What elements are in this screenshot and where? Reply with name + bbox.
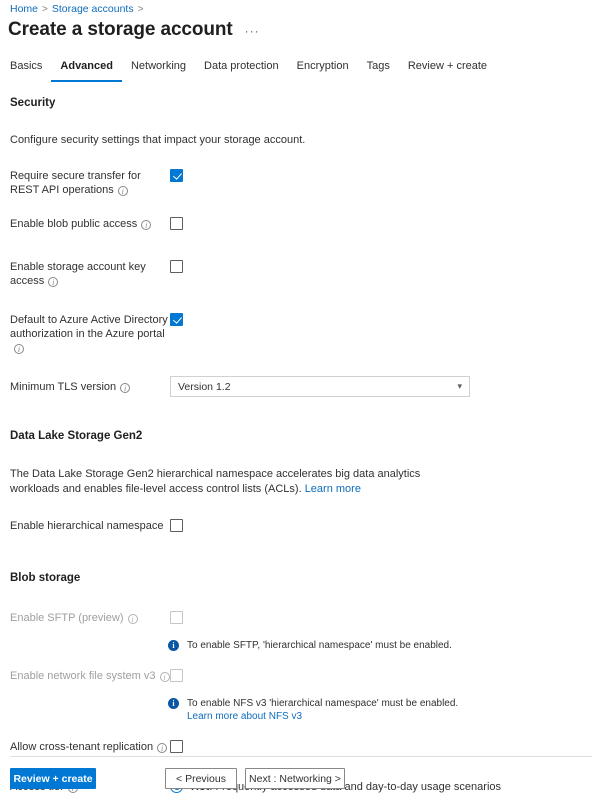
tab-encryption[interactable]: Encryption	[288, 59, 358, 82]
field-label: Enable SFTP (preview) i	[10, 611, 170, 625]
info-icon[interactable]: i	[127, 614, 138, 624]
wizard-tabs: Basics Advanced Networking Data protecti…	[8, 59, 496, 82]
field-minimum-tls-version: Minimum TLS version i Version 1.2 ▾	[10, 376, 602, 397]
field-label: Minimum TLS version i	[10, 376, 170, 394]
breadcrumb-separator: >	[137, 4, 144, 15]
blob-section-heading: Blob storage	[10, 572, 81, 584]
enable-sftp-checkbox	[170, 611, 183, 624]
enable-key-access-label: Enable storage account key access	[10, 261, 146, 287]
field-control	[170, 169, 602, 187]
wizard-footer: Review + create < Previous Next : Networ…	[0, 768, 602, 796]
field-label: Enable blob public access i	[10, 217, 170, 231]
field-enable-sftp: Enable SFTP (preview) i	[10, 611, 602, 629]
enable-blob-public-access-checkbox[interactable]	[170, 217, 183, 230]
more-options-icon[interactable]: ···	[243, 19, 262, 43]
review-create-button[interactable]: Review + create	[10, 768, 96, 789]
field-control	[170, 739, 602, 758]
info-icon[interactable]: i	[141, 220, 152, 230]
field-enable-blob-public-access: Enable blob public access i	[10, 217, 602, 235]
field-label: Allow cross-tenant replication i	[10, 740, 170, 754]
info-icon[interactable]: i	[48, 277, 59, 287]
nfs-info-message: i To enable NFS v3 'hierarchical namespa…	[168, 697, 602, 724]
field-control	[170, 217, 602, 235]
default-aad-auth-checkbox[interactable]	[170, 313, 183, 326]
chevron-down-icon: ▾	[457, 381, 462, 391]
hierarchical-namespace-checkbox[interactable]	[170, 519, 183, 532]
minimum-tls-version-label: Minimum TLS version	[10, 381, 117, 393]
field-enable-nfs-v3: Enable network file system v3 i	[10, 668, 602, 687]
datalake-section-description: The Data Lake Storage Gen2 hierarchical …	[10, 467, 462, 497]
security-section-description: Configure security settings that impact …	[10, 134, 306, 146]
breadcrumb-separator: >	[42, 4, 48, 15]
field-control	[170, 611, 602, 629]
minimum-tls-version-value: Version 1.2	[178, 380, 231, 393]
nfs-info-body: To enable NFS v3 'hierarchical namespace…	[187, 697, 459, 709]
tab-basics[interactable]: Basics	[8, 59, 51, 82]
enable-nfs-v3-label: Enable network file system v3	[10, 669, 156, 682]
field-control: Version 1.2 ▾	[170, 376, 602, 397]
field-hierarchical-namespace: Enable hierarchical namespace	[10, 519, 602, 537]
field-label: Enable storage account key access i	[10, 260, 170, 288]
field-label: Require secure transfer for REST API ope…	[10, 169, 170, 197]
field-label: Default to Azure Active Directory author…	[10, 313, 170, 355]
datalake-learn-more-link[interactable]: Learn more	[305, 483, 361, 495]
breadcrumb: Home > Storage accounts >	[10, 2, 147, 17]
field-cross-tenant-replication: Allow cross-tenant replication i	[10, 739, 602, 758]
enable-sftp-label: Enable SFTP (preview)	[10, 612, 124, 624]
nfs-info-text: To enable NFS v3 'hierarchical namespace…	[187, 697, 477, 724]
info-icon[interactable]: i	[117, 186, 128, 196]
info-circle-icon: i	[168, 640, 179, 651]
cross-tenant-replication-label: Allow cross-tenant replication	[10, 740, 154, 753]
info-icon[interactable]: i	[120, 383, 131, 393]
datalake-section-heading: Data Lake Storage Gen2	[10, 430, 143, 442]
sftp-info-message: i To enable SFTP, 'hierarchical namespac…	[168, 639, 602, 653]
nfs-learn-more-link[interactable]: Learn more about NFS v3	[187, 711, 302, 722]
tab-networking[interactable]: Networking	[122, 59, 195, 82]
security-section-heading: Security	[10, 97, 56, 109]
field-control	[170, 519, 602, 537]
hierarchical-namespace-label: Enable hierarchical namespace	[10, 520, 164, 532]
info-icon[interactable]: i	[14, 344, 24, 354]
cross-tenant-replication-checkbox[interactable]	[170, 739, 183, 753]
info-icon[interactable]: i	[159, 671, 170, 682]
page-title: Create a storage account	[8, 19, 233, 40]
sftp-info-text: To enable SFTP, 'hierarchical namespace'…	[187, 640, 452, 651]
field-control	[170, 313, 602, 331]
tab-tags[interactable]: Tags	[358, 59, 399, 82]
default-aad-auth-label: Default to Azure Active Directory author…	[10, 314, 168, 340]
create-storage-account-page: Home > Storage accounts > Create a storage …	[0, 0, 602, 796]
tab-advanced[interactable]: Advanced	[51, 59, 122, 82]
breadcrumb-item-home[interactable]: Home	[10, 3, 38, 15]
next-networking-button[interactable]: Next : Networking >	[245, 768, 345, 789]
enable-nfs-v3-checkbox	[170, 668, 183, 682]
field-control	[170, 668, 602, 687]
page-header: Create a storage account ···	[8, 18, 262, 43]
footer-divider	[10, 756, 592, 757]
field-require-secure-transfer: Require secure transfer for REST API ope…	[10, 169, 602, 197]
advanced-settings-form: Security Configure security settings tha…	[0, 95, 602, 796]
enable-key-access-checkbox[interactable]	[170, 260, 183, 273]
info-circle-icon: i	[168, 697, 179, 709]
breadcrumb-item-storage-accounts[interactable]: Storage accounts	[52, 3, 134, 15]
minimum-tls-version-select[interactable]: Version 1.2 ▾	[170, 376, 470, 397]
require-secure-transfer-checkbox[interactable]	[170, 169, 183, 182]
previous-button[interactable]: < Previous	[165, 768, 237, 789]
field-label: Enable hierarchical namespace	[10, 519, 170, 533]
tab-data-protection[interactable]: Data protection	[195, 59, 288, 82]
tab-review-create[interactable]: Review + create	[399, 59, 496, 82]
field-label: Enable network file system v3 i	[10, 669, 170, 683]
field-control	[170, 260, 602, 278]
enable-blob-public-access-label: Enable blob public access	[10, 218, 138, 230]
info-icon[interactable]: i	[157, 742, 168, 753]
field-enable-key-access: Enable storage account key access i	[10, 260, 602, 288]
field-default-aad-auth: Default to Azure Active Directory author…	[10, 313, 602, 355]
